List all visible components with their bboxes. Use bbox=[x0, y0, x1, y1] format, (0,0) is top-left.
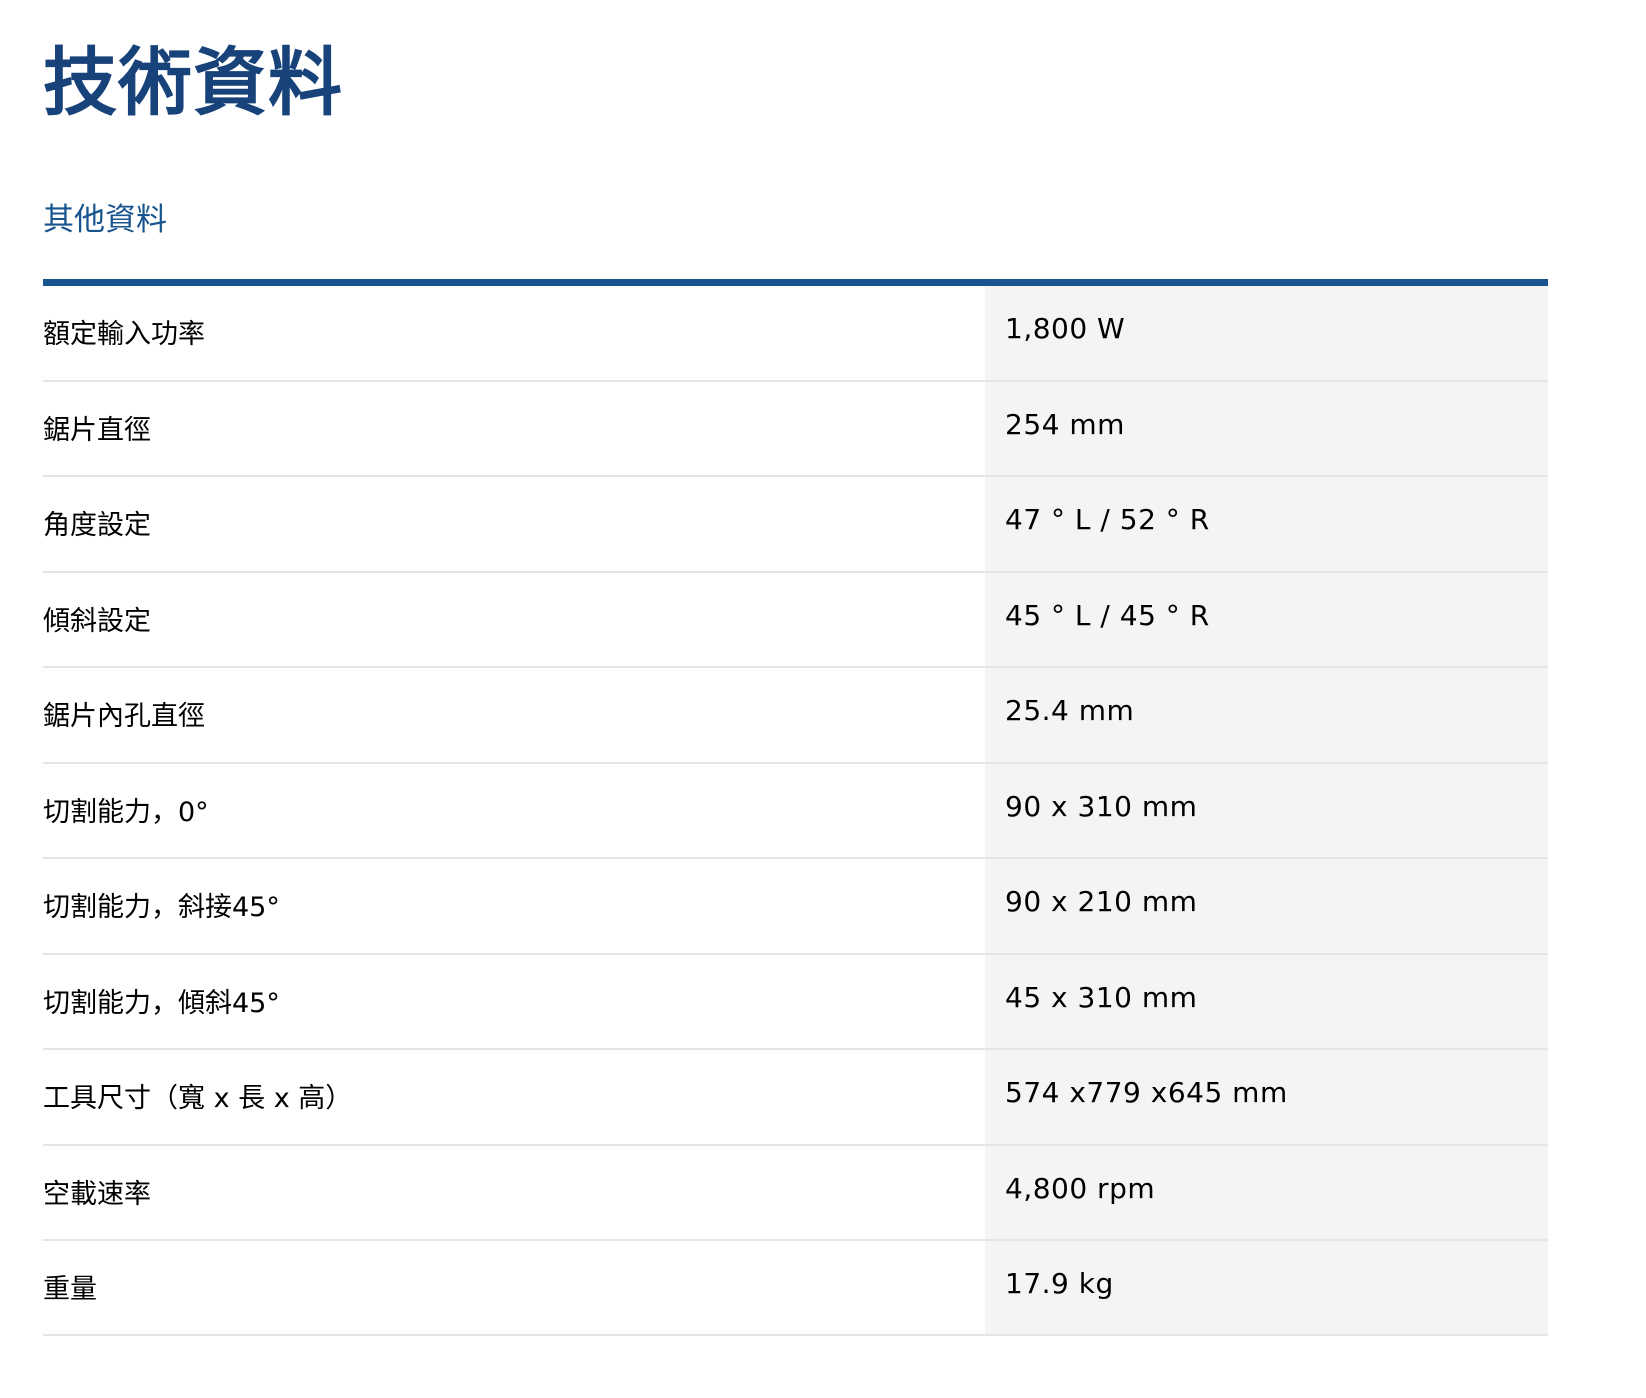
spec-value: 1,800 W bbox=[985, 286, 1548, 380]
spec-value: 254 mm bbox=[985, 381, 1548, 475]
spec-value: 45 ° L / 45 ° R bbox=[985, 572, 1548, 666]
table-row: 切割能力，傾斜45° 45 x 310 mm bbox=[43, 954, 1548, 1050]
spec-value: 90 x 210 mm bbox=[985, 859, 1548, 953]
spec-label: 鋸片內孔直徑 bbox=[43, 701, 205, 732]
spec-value: 574 x779 x645 mm bbox=[985, 1050, 1548, 1144]
section-subtitle: 其他資料 bbox=[43, 202, 167, 238]
spec-label: 重量 bbox=[43, 1274, 97, 1305]
spec-label: 鋸片直徑 bbox=[43, 414, 151, 446]
table-row: 角度設定 47 ° L / 52 ° R bbox=[43, 477, 1548, 573]
spec-value: 45 x 310 mm bbox=[985, 954, 1548, 1048]
spec-label: 切割能力，斜接45° bbox=[43, 892, 280, 923]
spec-label: 角度設定 bbox=[43, 510, 151, 541]
spec-value: 25.4 mm bbox=[985, 668, 1548, 762]
table-row: 重量 17.9 kg bbox=[43, 1241, 1548, 1336]
table-row: 額定輸入功率 1,800 W bbox=[43, 286, 1548, 382]
spec-value: 4,800 rpm bbox=[985, 1145, 1548, 1239]
table-row: 切割能力，斜接45° 90 x 210 mm bbox=[43, 859, 1548, 955]
spec-label: 切割能力，傾斜45° bbox=[43, 987, 280, 1019]
table-row: 工具尺寸（寬 x 長 x 高） 574 x779 x645 mm bbox=[43, 1050, 1548, 1146]
table-row: 鋸片內孔直徑 25.4 mm bbox=[43, 668, 1548, 764]
spec-label: 切割能力，0° bbox=[43, 796, 209, 828]
spec-label: 額定輸入功率 bbox=[43, 319, 205, 350]
spec-label: 空載速率 bbox=[43, 1178, 151, 1210]
table-row: 空載速率 4,800 rpm bbox=[43, 1145, 1548, 1241]
spec-table: 額定輸入功率 1,800 W 鋸片直徑 254 mm 角度設定 47 ° L /… bbox=[43, 279, 1548, 1336]
table-row: 鋸片直徑 254 mm bbox=[43, 381, 1548, 477]
page-title: 技術資料 bbox=[43, 40, 343, 126]
spec-label: 工具尺寸（寬 x 長 x 高） bbox=[43, 1083, 353, 1114]
table-row: 切割能力，0° 90 x 310 mm bbox=[43, 763, 1548, 859]
table-row: 傾斜設定 45 ° L / 45 ° R bbox=[43, 572, 1548, 668]
spec-value: 17.9 kg bbox=[985, 1241, 1548, 1334]
spec-value: 47 ° L / 52 ° R bbox=[985, 477, 1548, 571]
spec-value: 90 x 310 mm bbox=[985, 763, 1548, 857]
spec-label: 傾斜設定 bbox=[43, 605, 151, 637]
